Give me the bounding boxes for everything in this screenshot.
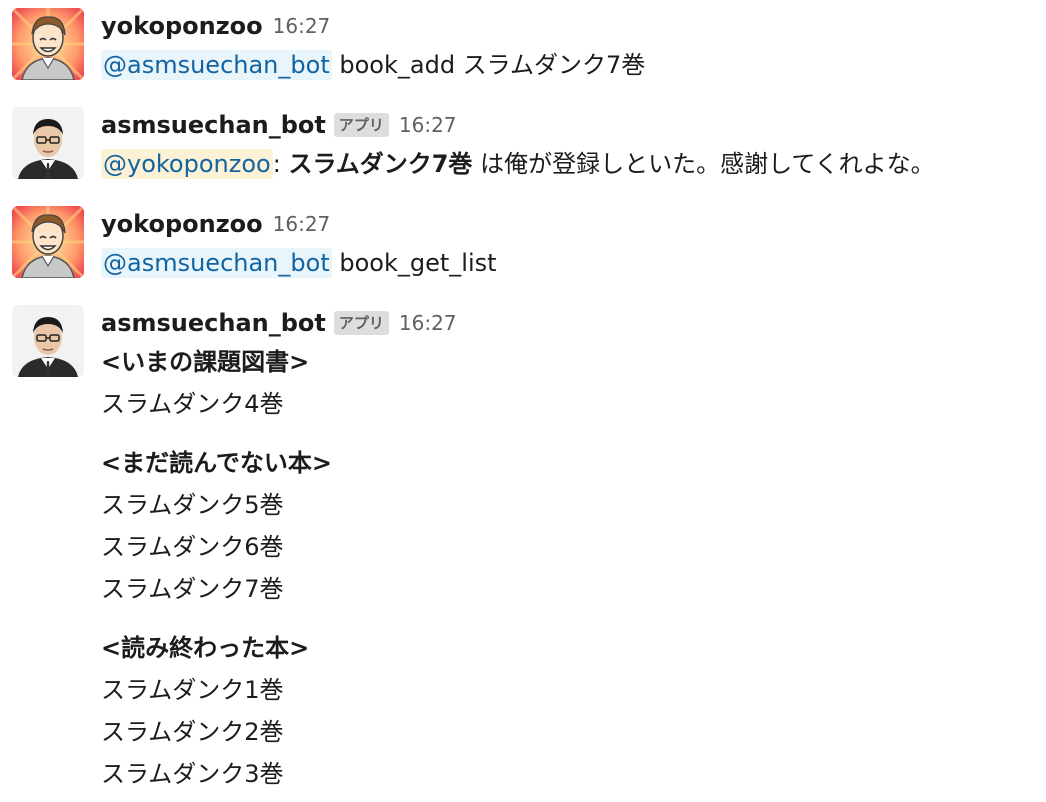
section-heading: <いまの課題図書>: [101, 348, 310, 376]
message-content: asmsuechan_bot アプリ 16:27 <いまの課題図書> スラムダン…: [101, 305, 1046, 795]
message-header: asmsuechan_bot アプリ 16:27: [101, 305, 1046, 341]
section-heading: <まだ読んでない本>: [101, 449, 333, 477]
section-heading: <読み終わった本>: [101, 634, 310, 662]
message-text: @yokoponzoo: スラムダンク7巻 は俺が登録しといた。感謝してくれよな…: [101, 143, 1046, 185]
photo-avatar-icon[interactable]: [12, 305, 84, 377]
bold-text: スラムダンク7巻: [288, 150, 473, 178]
book-item: スラムダンク5巻: [101, 491, 284, 519]
author-name[interactable]: asmsuechan_bot: [101, 111, 326, 139]
cartoon-avatar-icon[interactable]: [12, 8, 84, 80]
message-content: yokoponzoo 16:27 @asmsuechan_bot book_ad…: [101, 8, 1046, 86]
timestamp[interactable]: 16:27: [273, 212, 331, 236]
cartoon-avatar-icon[interactable]: [12, 206, 84, 278]
user-mention[interactable]: @asmsuechan_bot: [101, 50, 332, 80]
app-badge: アプリ: [333, 113, 389, 137]
message-header: asmsuechan_bot アプリ 16:27: [101, 107, 1046, 143]
author-name[interactable]: yokoponzoo: [101, 12, 263, 40]
message-body: は俺が登録しといた。感謝してくれよな。: [480, 150, 935, 178]
timestamp[interactable]: 16:27: [399, 113, 457, 137]
timestamp[interactable]: 16:27: [273, 14, 331, 38]
message-body: book_add スラムダンク7巻: [339, 51, 646, 79]
message-content: asmsuechan_bot アプリ 16:27 @yokoponzoo: スラ…: [101, 107, 1046, 185]
message-body: book_get_list: [339, 249, 497, 277]
book-item: スラムダンク3巻: [101, 760, 284, 788]
book-item: スラムダンク7巻: [101, 575, 284, 603]
timestamp[interactable]: 16:27: [399, 311, 457, 335]
book-item: スラムダンク6巻: [101, 533, 284, 561]
author-name[interactable]: asmsuechan_bot: [101, 309, 326, 337]
message-header: yokoponzoo 16:27: [101, 206, 1046, 242]
author-name[interactable]: yokoponzoo: [101, 210, 263, 238]
book-item: スラムダンク1巻: [101, 676, 284, 704]
self-mention[interactable]: @yokoponzoo: [101, 149, 273, 179]
app-badge: アプリ: [333, 311, 389, 335]
photo-avatar-icon[interactable]: [12, 107, 84, 179]
message-content: yokoponzoo 16:27 @asmsuechan_bot book_ge…: [101, 206, 1046, 284]
user-mention[interactable]: @asmsuechan_bot: [101, 248, 332, 278]
message-text: @asmsuechan_bot book_add スラムダンク7巻: [101, 44, 1046, 86]
message-header: yokoponzoo 16:27: [101, 8, 1046, 44]
book-item: スラムダンク2巻: [101, 718, 284, 746]
book-item: スラムダンク4巻: [101, 390, 284, 418]
book-list: <いまの課題図書> スラムダンク4巻 <まだ読んでない本> スラムダンク5巻 ス…: [101, 341, 1046, 795]
mention-separator: :: [272, 150, 281, 178]
message-text: @asmsuechan_bot book_get_list: [101, 242, 1046, 284]
